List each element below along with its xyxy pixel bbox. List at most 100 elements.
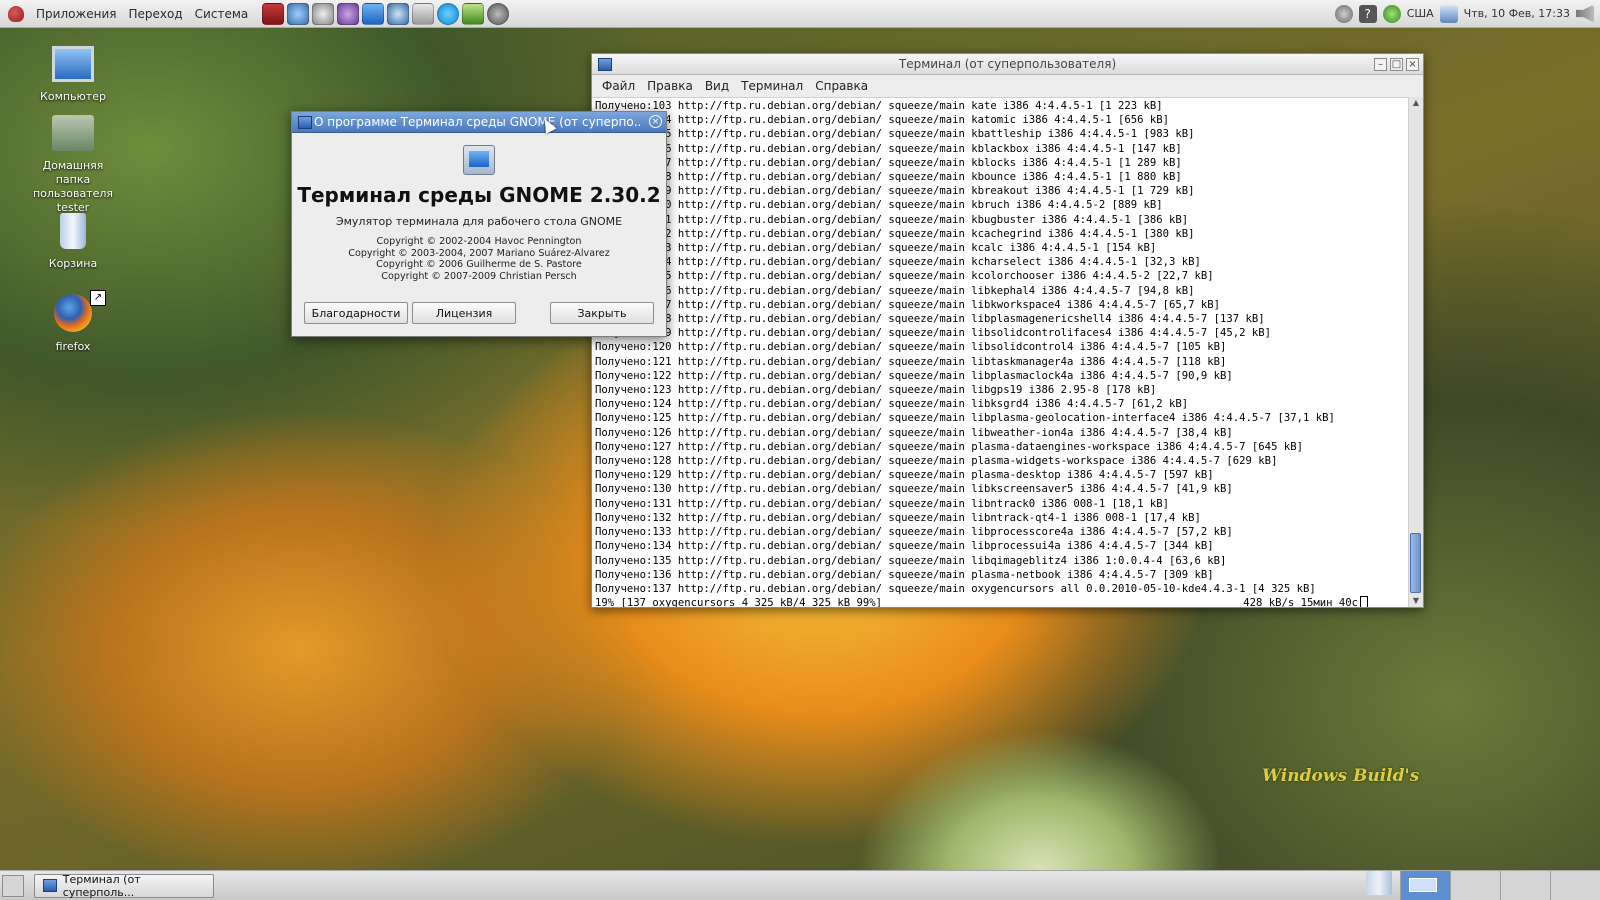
keyboard-layout[interactable]: США [1407, 7, 1434, 20]
desktop-icon-home[interactable]: Домашняя папка пользователя tester [18, 115, 128, 215]
terminal-line: Получено:137 http://ftp.ru.debian.org/de… [595, 582, 1316, 595]
terminal-line: Получено:135 http://ftp.ru.debian.org/de… [595, 554, 1227, 567]
terminal-line: Получено:115 http://ftp.ru.debian.org/de… [595, 270, 1214, 283]
terminal-line: Получено:126 http://ftp.ru.debian.org/de… [595, 426, 1233, 439]
panel-trash-icon[interactable] [1366, 871, 1392, 895]
system-tray: ? США Чтв, 10 Фев, 17:33 [1334, 4, 1600, 23]
chat-launcher-icon[interactable] [337, 2, 360, 25]
terminal-launcher-icon[interactable] [262, 2, 285, 25]
terminal-line: Получено:116 http://ftp.ru.debian.org/de… [595, 284, 1195, 297]
computer-icon [52, 46, 94, 82]
taskbar-terminal-button[interactable]: Терминал (от суперполь... [34, 872, 214, 899]
terminal-line: Получено:109 http://ftp.ru.debian.org/de… [595, 185, 1195, 198]
menu-places[interactable]: Переход [123, 7, 189, 21]
menu-help[interactable]: Справка [809, 79, 874, 93]
about-dialog[interactable]: О программе Терминал среды GNOME (от суп… [291, 111, 667, 337]
workspace-switcher [1366, 871, 1600, 900]
network-status-icon[interactable] [1382, 4, 1401, 23]
media-launcher-icon[interactable] [312, 2, 335, 25]
terminal-line: Получено:106 http://ftp.ru.debian.org/de… [595, 142, 1182, 155]
trash-icon [60, 213, 86, 249]
user-icon[interactable] [1439, 4, 1458, 23]
terminal-line: Получено:107 http://ftp.ru.debian.org/de… [595, 156, 1182, 169]
desktop-icon-label: Корзина [48, 257, 98, 270]
status-speed: 428 kB/s 15мин 40с [1243, 596, 1368, 607]
terminal-title: Терминал (от суперпользователя) [898, 57, 1117, 71]
terminal-titlebar[interactable]: Терминал (от суперпользователя) – □ × [592, 54, 1423, 75]
terminal-window[interactable]: Терминал (от суперпользователя) – □ × Фа… [591, 53, 1424, 608]
show-desktop-icon[interactable] [2, 874, 24, 897]
terminal-line: Получено:104 http://ftp.ru.debian.org/de… [595, 114, 1170, 127]
terminal-scrollbar[interactable]: ▲ ▼ [1408, 97, 1423, 607]
terminal-line: Получено:134 http://ftp.ru.debian.org/de… [595, 540, 1214, 553]
screen-launcher-icon[interactable] [362, 2, 385, 25]
terminal-line: Получено:129 http://ftp.ru.debian.org/de… [595, 469, 1214, 482]
terminal-output[interactable]: Получено:103 http://ftp.ru.debian.org/de… [592, 97, 1409, 607]
menu-file[interactable]: Файл [596, 79, 641, 93]
copyright-line: Copyright © 2003-2004, 2007 Mariano Suár… [348, 247, 610, 259]
terminal-line: Получено:131 http://ftp.ru.debian.org/de… [595, 497, 1170, 510]
terminal-line: Получено:114 http://ftp.ru.debian.org/de… [595, 256, 1201, 269]
terminal-line: Получено:110 http://ftp.ru.debian.org/de… [595, 199, 1163, 212]
menu-edit[interactable]: Правка [641, 79, 699, 93]
terminal-line: Получено:117 http://ftp.ru.debian.org/de… [595, 298, 1221, 311]
help-icon[interactable]: ? [1358, 4, 1377, 23]
scroll-down-arrow-icon[interactable]: ▼ [1409, 595, 1423, 607]
terminal-status-line: 19% [137 oxygencursors 4 325 kB/4 325 kB… [595, 596, 1368, 607]
terminal-line: Получено:136 http://ftp.ru.debian.org/de… [595, 568, 1214, 581]
license-button[interactable]: Лицензия [412, 302, 516, 324]
volume-icon[interactable] [1576, 4, 1594, 23]
desktop-icon-label: firefox [55, 340, 91, 353]
desktop-icon-firefox[interactable]: ↗ firefox [18, 290, 128, 354]
scroll-up-arrow-icon[interactable]: ▲ [1409, 97, 1423, 109]
menu-view[interactable]: Вид [699, 79, 735, 93]
menu-terminal[interactable]: Терминал [735, 79, 809, 93]
settings-gear-icon[interactable] [1334, 4, 1353, 23]
close-button[interactable]: × [1406, 57, 1419, 71]
shortcut-arrow-icon: ↗ [90, 290, 106, 306]
maximize-button[interactable]: □ [1390, 57, 1403, 71]
terminal-line: Получено:130 http://ftp.ru.debian.org/de… [595, 483, 1233, 496]
about-close-icon[interactable]: × [649, 115, 662, 128]
firefox-icon: ↗ [54, 290, 106, 332]
copyright-block: Copyright © 2002-2004 Havoc Pennington C… [292, 236, 666, 282]
home-folder-icon [52, 115, 94, 151]
calculator-launcher-icon[interactable] [412, 2, 435, 25]
game-launcher-icon[interactable] [487, 2, 510, 25]
skype-launcher-icon[interactable] [437, 2, 460, 25]
top-panel: Приложения Переход Система ? США Чтв, 10… [0, 0, 1600, 28]
about-close-button[interactable]: Закрыть [550, 302, 654, 324]
copyright-line: Copyright © 2007-2009 Christian Persch [381, 270, 577, 282]
scroll-thumb[interactable] [1410, 533, 1421, 593]
taskbar-label: Терминал (от суперполь... [62, 872, 141, 899]
network-launcher-icon[interactable] [287, 2, 310, 25]
desktop-icon-label: Домашняя папка пользователя tester [32, 159, 114, 214]
minimize-button[interactable]: – [1374, 57, 1387, 71]
desktop-icon-computer[interactable]: Компьютер [18, 46, 128, 104]
menu-applications[interactable]: Приложения [30, 7, 123, 21]
copyright-line: Copyright © 2002-2004 Havoc Pennington [376, 236, 582, 247]
workspace-1[interactable] [1400, 871, 1450, 900]
menu-system[interactable]: Система [189, 7, 255, 21]
status-progress: 19% [137 oxygencursors 4 325 kB/4 325 kB… [595, 597, 883, 607]
workspace-3[interactable] [1500, 871, 1550, 900]
workspace-4[interactable] [1550, 871, 1600, 900]
check-launcher-icon[interactable] [462, 2, 485, 25]
terminal-menubar: Файл Правка Вид Терминал Справка [592, 75, 1423, 98]
about-titlebar[interactable]: О программе Терминал среды GNOME (от суп… [292, 112, 666, 133]
browser-launcher-icon[interactable] [387, 2, 410, 25]
desktop-icon-trash[interactable]: Корзина [18, 213, 128, 271]
gnome-foot-icon [8, 5, 24, 22]
about-window-icon [298, 115, 312, 129]
terminal-line: Получено:133 http://ftp.ru.debian.org/de… [595, 526, 1233, 539]
app-comment: Эмулятор терминала для рабочего стола GN… [335, 215, 623, 228]
copyright-line: Copyright © 2006 Guilherme de S. Pastore [376, 259, 582, 270]
terminal-line: Получено:105 http://ftp.ru.debian.org/de… [595, 128, 1195, 141]
terminal-line: Получено:113 http://ftp.ru.debian.org/de… [595, 242, 1157, 255]
terminal-app-icon [463, 145, 495, 175]
clock[interactable]: Чтв, 10 Фев, 17:33 [1464, 7, 1570, 20]
workspace-2[interactable] [1450, 871, 1500, 900]
credits-button[interactable]: Благодарности [304, 302, 408, 324]
terminal-line: Получено:118 http://ftp.ru.debian.org/de… [595, 313, 1265, 326]
terminal-line: Получено:121 http://ftp.ru.debian.org/de… [595, 355, 1227, 368]
